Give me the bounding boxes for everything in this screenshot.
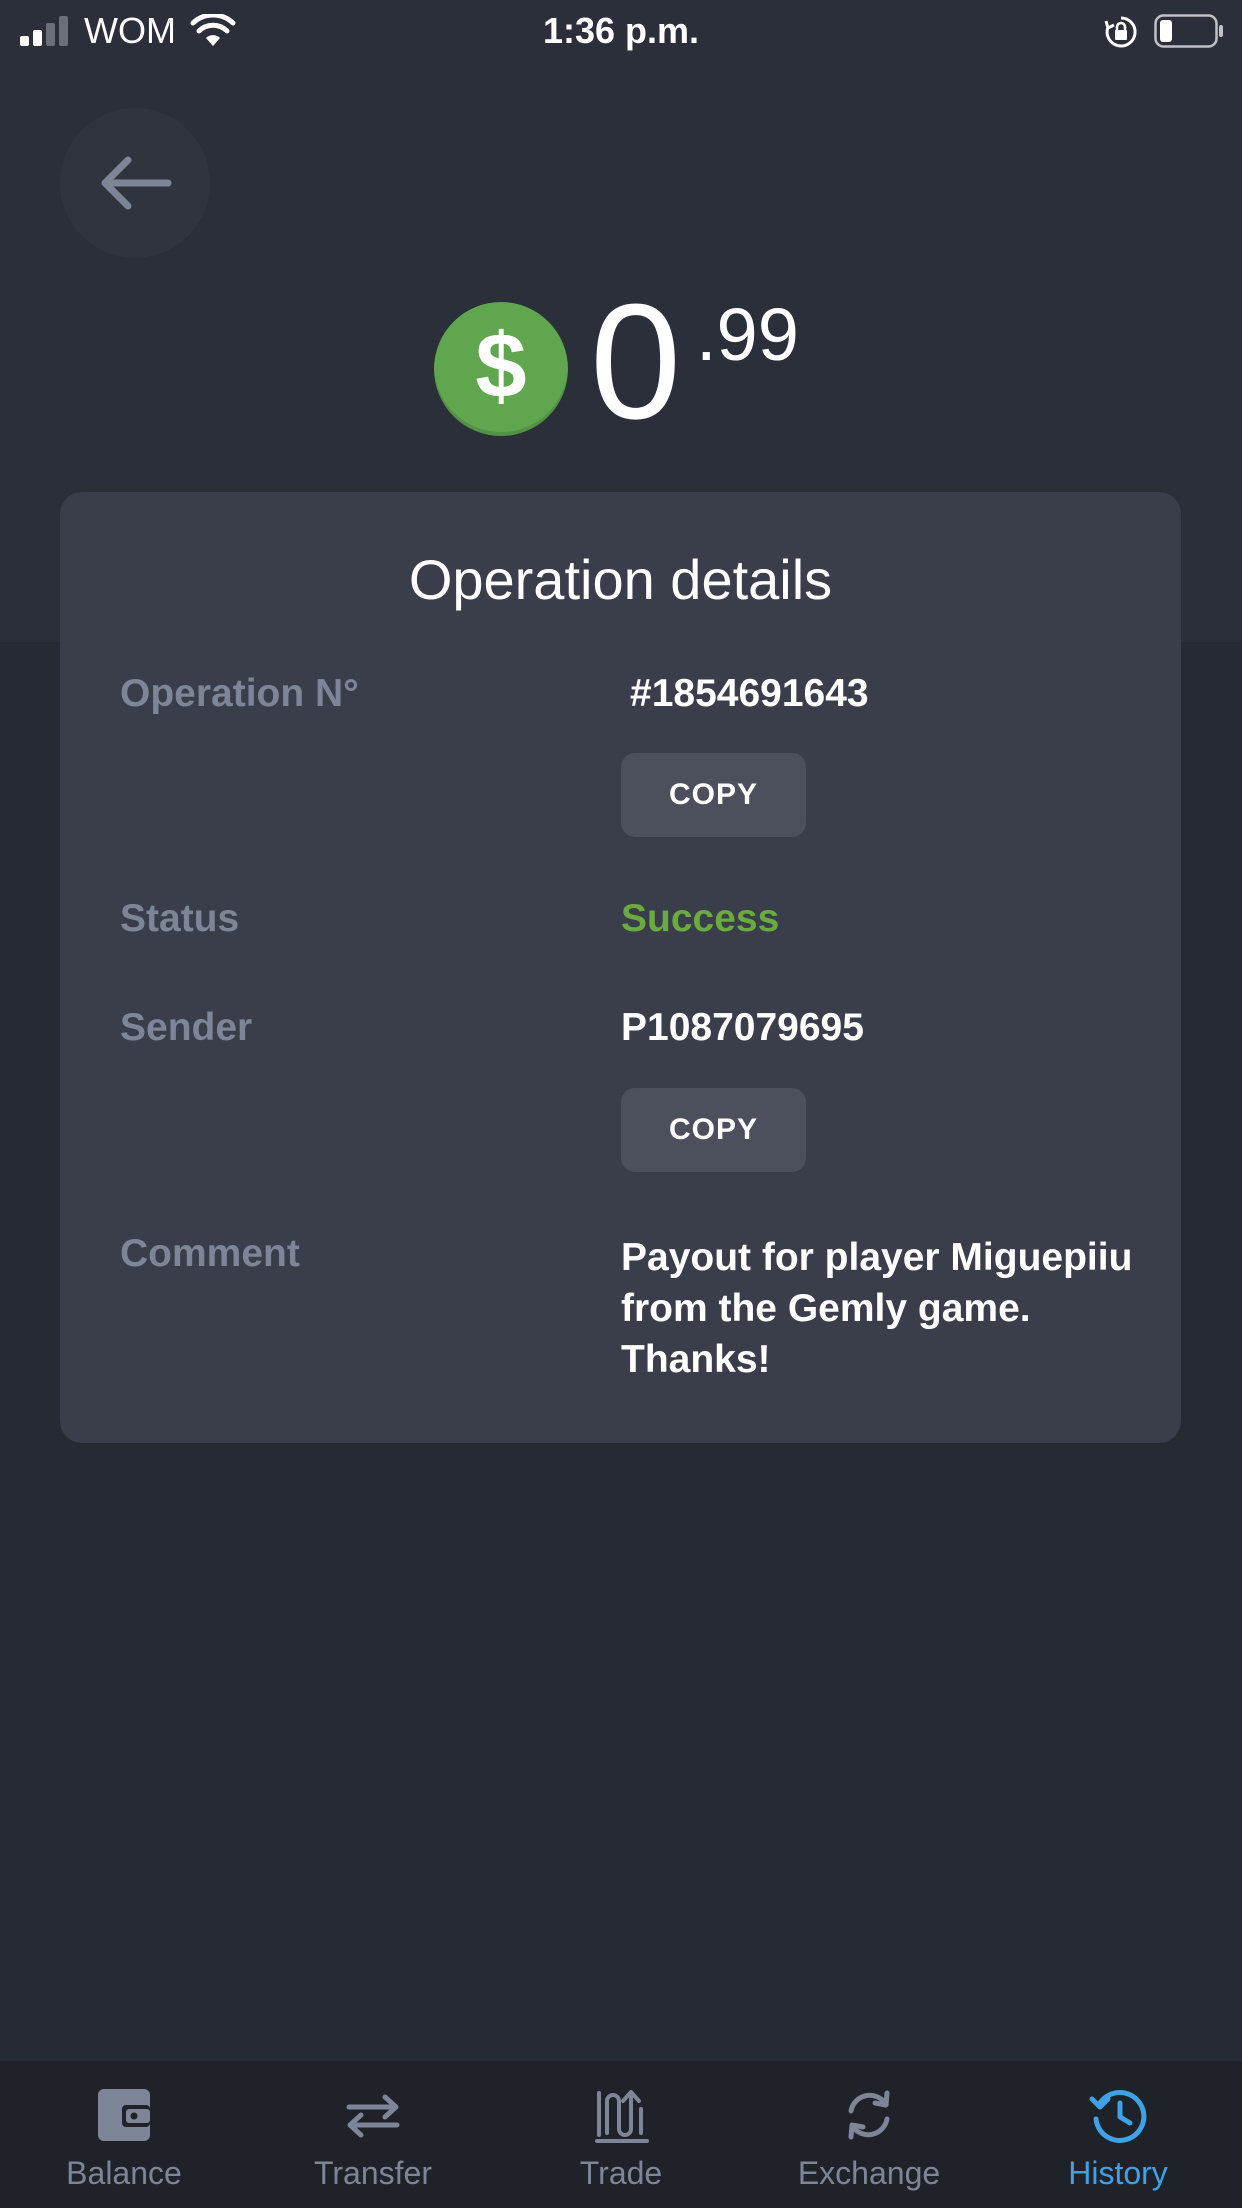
history-clock-icon [1089, 2089, 1147, 2143]
tab-label: History [1068, 2155, 1168, 2191]
sender-label: Sender [120, 1006, 253, 1049]
operation-details-card: Operation details Operation N° #18546916… [60, 492, 1181, 1443]
amount-integer: 0 [590, 270, 682, 453]
tab-label: Exchange [797, 2155, 941, 2191]
card-title: Operation details [408, 548, 833, 611]
status-value: Success [621, 897, 780, 940]
status-bar: WOM 1:36 p.m. [0, 0, 1242, 62]
battery-icon [1154, 14, 1223, 48]
transfer-arrows-icon [346, 2094, 400, 2138]
copy-operation-number-button[interactable]: COPY [621, 753, 806, 837]
comment-label: Comment [120, 1232, 300, 1275]
wallet-icon [98, 2089, 150, 2141]
tab-label: Transfer [314, 2155, 432, 2191]
tab-history[interactable]: History [994, 2061, 1242, 2208]
dollar-coin-icon: $ [434, 302, 568, 436]
tab-trade[interactable]: Trade [497, 2061, 745, 2208]
back-button[interactable] [60, 108, 210, 258]
tab-exchange[interactable]: Exchange [745, 2061, 993, 2208]
operation-number-value: #1854691643 [630, 672, 869, 715]
comment-value: Payout for player Miguepiiu from the Gem… [621, 1236, 1133, 1381]
sender-value: P1087079695 [621, 1006, 864, 1049]
amount-fraction: .99 [696, 293, 799, 376]
exchange-cycle-icon [848, 2090, 890, 2140]
coin-symbol: $ [475, 315, 527, 417]
trade-chart-icon [595, 2090, 649, 2143]
tab-transfer[interactable]: Transfer [249, 2061, 497, 2208]
status-time: 1:36 p.m. [542, 10, 700, 51]
arrow-left-icon [101, 156, 172, 210]
tab-label: Balance [66, 2155, 182, 2191]
status-label: Status [120, 897, 240, 940]
bottom-tab-bar: Balance Transfer Trade Exchange History [0, 2061, 1242, 2208]
tab-balance[interactable]: Balance [0, 2061, 248, 2208]
tab-label: Trade [579, 2155, 663, 2191]
operation-number-label: Operation N° [120, 672, 359, 715]
copy-sender-button[interactable]: COPY [621, 1088, 806, 1172]
rotation-lock-icon [1104, 16, 1137, 48]
